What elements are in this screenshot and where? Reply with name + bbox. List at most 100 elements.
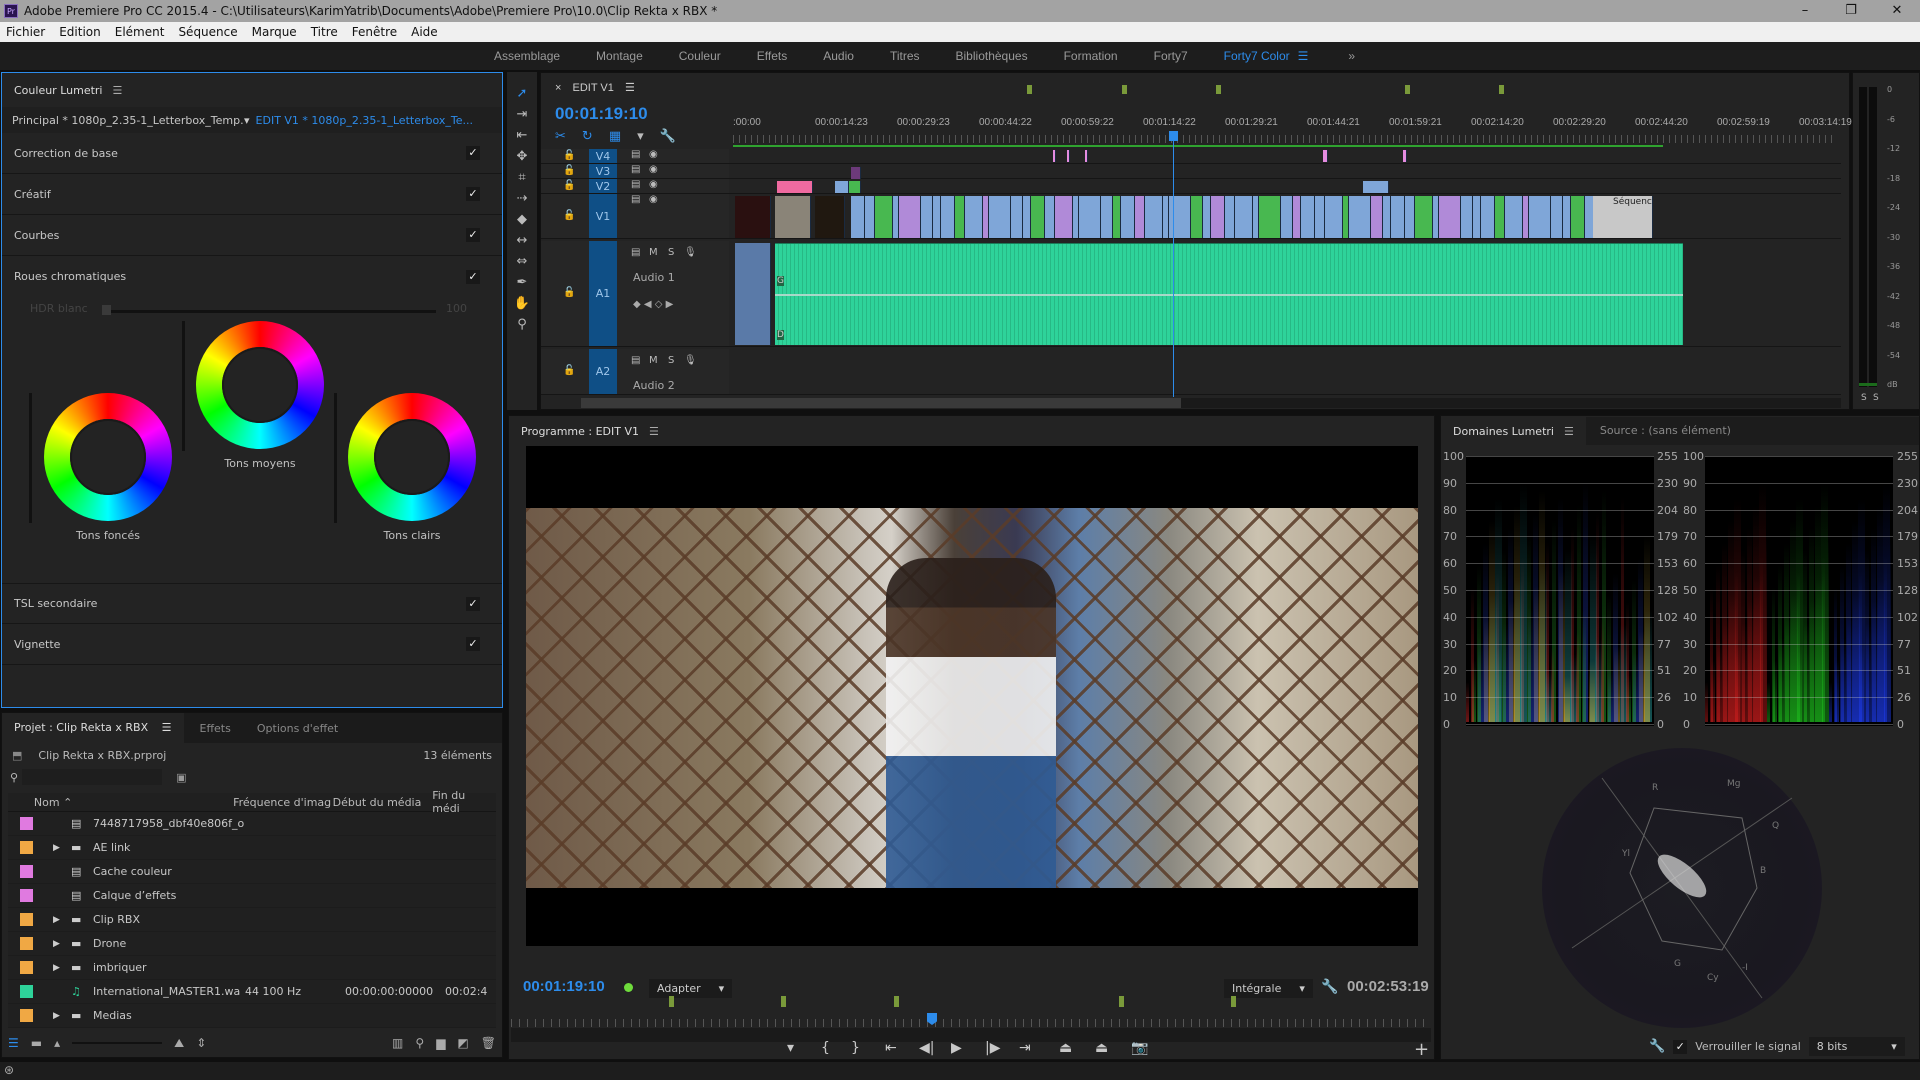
dropdown-icon[interactable]: ▾ bbox=[244, 114, 250, 127]
rate-stretch-tool-icon[interactable]: ⌗ bbox=[518, 170, 525, 191]
video-clip[interactable] bbox=[1079, 196, 1101, 238]
video-clip[interactable] bbox=[735, 196, 771, 238]
video-clip[interactable] bbox=[1315, 196, 1325, 238]
section-roues-chromatiques[interactable]: Roues chromatiques ✓ bbox=[2, 256, 502, 297]
tab-project[interactable]: Projet : Clip Rekta x RBX ☰ bbox=[2, 713, 184, 743]
workspace-assemblage[interactable]: Assemblage bbox=[494, 49, 560, 63]
lock-signal-checkbox[interactable]: ✓ bbox=[1673, 1039, 1688, 1054]
column-name[interactable]: Nom ⌃ bbox=[34, 796, 233, 809]
project-row[interactable]: ▤ Calque d’effets bbox=[8, 884, 496, 908]
workspace-forty7[interactable]: Forty7 bbox=[1154, 49, 1188, 63]
solo-button[interactable]: S bbox=[668, 247, 674, 258]
sort-icon[interactable]: ⇕ bbox=[196, 1036, 206, 1050]
video-clip[interactable] bbox=[1011, 196, 1023, 238]
video-clip[interactable] bbox=[1121, 196, 1135, 238]
video-clip[interactable] bbox=[1529, 196, 1551, 238]
expand-triangle-icon[interactable]: ▶ bbox=[53, 963, 71, 973]
delete-icon[interactable]: 🗑 bbox=[481, 1036, 496, 1050]
graphic-clip[interactable] bbox=[1067, 150, 1070, 162]
workspace-audio[interactable]: Audio bbox=[823, 49, 854, 63]
label-color-swatch[interactable] bbox=[20, 865, 33, 878]
solo-button[interactable]: S bbox=[668, 355, 674, 366]
video-clip[interactable] bbox=[1031, 196, 1045, 238]
label-color-swatch[interactable] bbox=[20, 1009, 33, 1022]
video-clip[interactable] bbox=[1135, 196, 1145, 238]
video-clip[interactable] bbox=[1349, 196, 1371, 238]
panel-menu-icon[interactable]: ☰ bbox=[1564, 425, 1574, 438]
search-input[interactable] bbox=[22, 769, 163, 785]
video-clip[interactable] bbox=[1191, 196, 1203, 238]
video-clip[interactable] bbox=[1495, 196, 1505, 238]
video-clip[interactable] bbox=[1113, 196, 1121, 238]
toggle-sync-icon[interactable]: ▤ bbox=[631, 164, 640, 175]
eye-icon[interactable]: ◉ bbox=[649, 164, 658, 175]
button-lift[interactable]: ⏏ bbox=[1059, 1040, 1072, 1056]
enable-checkbox[interactable]: ✓ bbox=[466, 596, 480, 611]
sequence-marker[interactable] bbox=[1216, 85, 1221, 94]
video-clip[interactable] bbox=[1563, 196, 1571, 238]
expand-triangle-icon[interactable]: ▶ bbox=[53, 1011, 71, 1021]
workspace-formation[interactable]: Formation bbox=[1064, 49, 1118, 63]
column-media-end[interactable]: Fin du médi bbox=[432, 789, 496, 815]
toggle-sync-icon[interactable]: ▤ bbox=[631, 247, 640, 258]
new-item-icon[interactable]: ◩ bbox=[457, 1036, 468, 1050]
button-mark-in[interactable]: { bbox=[821, 1040, 830, 1056]
maximize-button[interactable]: ❐ bbox=[1828, 0, 1874, 22]
track-target[interactable]: A1 bbox=[589, 241, 617, 346]
toggle-sync-icon[interactable]: ▤ bbox=[631, 149, 640, 160]
video-clip[interactable] bbox=[1235, 196, 1253, 238]
enable-checkbox[interactable]: ✓ bbox=[466, 637, 480, 651]
clip[interactable] bbox=[1363, 181, 1389, 193]
video-clip[interactable] bbox=[1211, 196, 1225, 238]
label-color-swatch[interactable] bbox=[20, 889, 33, 902]
workspace-effets[interactable]: Effets bbox=[757, 49, 787, 63]
shadows-wheel[interactable] bbox=[44, 393, 172, 521]
close-tab-icon[interactable]: × bbox=[555, 82, 561, 94]
list-view-icon[interactable]: ☰ bbox=[8, 1036, 19, 1050]
menu-edition[interactable]: Edition bbox=[59, 25, 101, 39]
scrollbar-thumb[interactable] bbox=[581, 398, 1181, 408]
tab-source[interactable]: Source : (sans élément) bbox=[1585, 417, 1919, 445]
solo-right-button[interactable]: S bbox=[1873, 393, 1879, 403]
sequence-marker[interactable] bbox=[1499, 85, 1505, 94]
enable-checkbox[interactable]: ✓ bbox=[466, 228, 480, 242]
video-clip[interactable] bbox=[1145, 196, 1163, 238]
clip[interactable] bbox=[851, 167, 861, 179]
clip-source-select[interactable]: EDIT V1 * 1080p_2.35-1_Letterbox_Te... bbox=[256, 114, 473, 127]
track-target[interactable]: V4 bbox=[589, 149, 617, 163]
video-clip[interactable] bbox=[1383, 196, 1391, 238]
highlights-slider[interactable] bbox=[334, 393, 337, 523]
find-icon[interactable]: ⚲ bbox=[415, 1036, 424, 1050]
project-row[interactable]: ▤ Cache couleur bbox=[8, 860, 496, 884]
audio-clip-main[interactable]: GD bbox=[775, 243, 1683, 345]
slide2-tool-icon[interactable]: ⇔ bbox=[517, 254, 528, 275]
track-target[interactable]: V2 bbox=[589, 179, 617, 193]
workspace-menu-icon[interactable]: ☰ bbox=[1298, 49, 1309, 63]
video-clip[interactable] bbox=[1481, 196, 1495, 238]
button-play[interactable]: ▶ bbox=[951, 1040, 962, 1056]
label-color-swatch[interactable] bbox=[20, 913, 33, 926]
master-source-select[interactable]: Principal * 1080p_2.35-1_Letterbox_Temp.… bbox=[2, 114, 244, 127]
menu-element[interactable]: Elément bbox=[115, 25, 165, 39]
lock-icon[interactable]: 🔓 bbox=[563, 180, 575, 191]
bit-depth-select[interactable]: 8 bits ▾ bbox=[1808, 1037, 1905, 1056]
nest-icon[interactable]: ▦ bbox=[609, 129, 621, 144]
toggle-sync-icon[interactable]: ▤ bbox=[631, 179, 640, 190]
zoom-slider[interactable] bbox=[72, 1042, 163, 1044]
expand-triangle-icon[interactable]: ▶ bbox=[53, 843, 71, 853]
hdr-slider-handle[interactable] bbox=[102, 305, 111, 315]
label-color-swatch[interactable] bbox=[20, 985, 33, 998]
label-color-swatch[interactable] bbox=[20, 841, 33, 854]
lock-icon[interactable]: 🔓 bbox=[563, 287, 575, 298]
panel-menu-icon[interactable]: ☰ bbox=[112, 84, 122, 97]
section-tsl-secondaire[interactable]: TSL secondaire ✓ bbox=[2, 583, 502, 624]
track-target[interactable]: V1 bbox=[589, 194, 617, 238]
voice-over-record-icon[interactable]: 🎙 bbox=[684, 247, 697, 258]
label-color-swatch[interactable] bbox=[20, 937, 33, 950]
highlights-wheel[interactable] bbox=[348, 393, 476, 521]
video-clip[interactable] bbox=[1203, 196, 1211, 238]
section-vignette[interactable]: Vignette ✓ bbox=[2, 624, 502, 665]
button-go-to-in[interactable]: ⇤ bbox=[885, 1040, 897, 1056]
panel-menu-icon[interactable]: ☰ bbox=[649, 425, 659, 438]
snap-icon[interactable]: ✂ bbox=[555, 129, 566, 144]
